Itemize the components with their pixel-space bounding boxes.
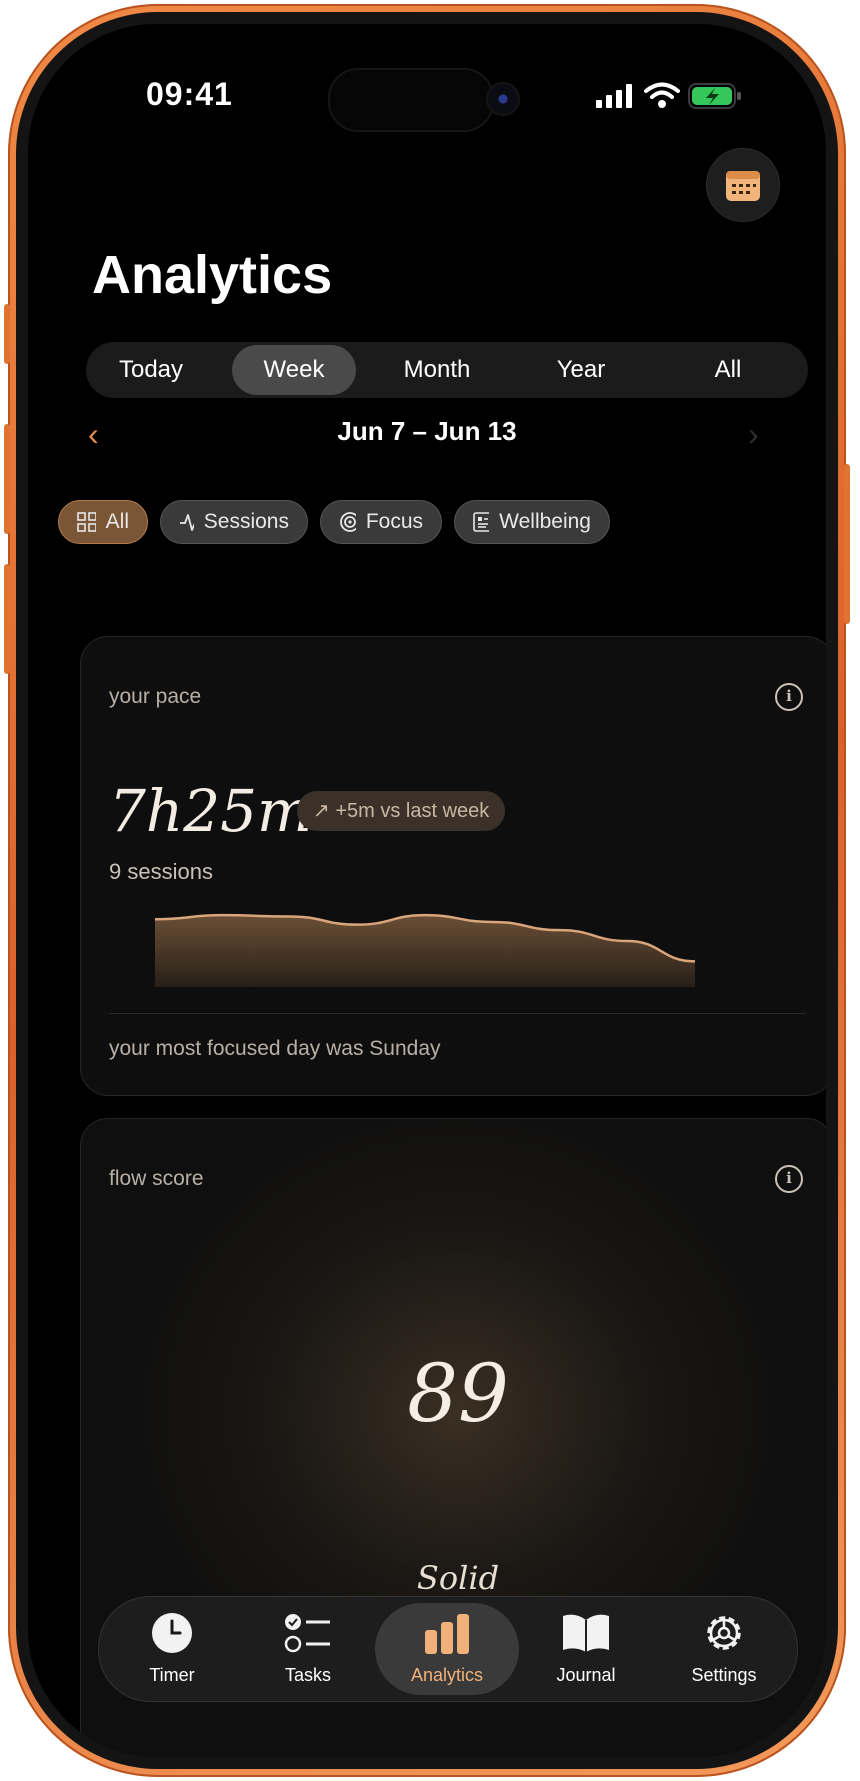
tab-week[interactable]: Week <box>232 345 356 395</box>
filter-sessions[interactable]: Sessions <box>160 500 308 544</box>
bottom-tab-bar: Timer Tasks Analytics Journal Settings <box>98 1596 798 1702</box>
next-period-button[interactable]: › <box>748 416 759 453</box>
tab-tasks-label: Tasks <box>284 1665 331 1685</box>
tab-timer-label: Timer <box>149 1665 195 1685</box>
dynamic-island <box>328 68 494 132</box>
gear-icon <box>707 1616 741 1650</box>
tab-today[interactable]: Today <box>86 342 216 398</box>
tab-analytics-label: Analytics <box>410 1665 484 1685</box>
filter-sessions-label: Sessions <box>203 510 289 533</box>
pace-delta-badge: ↗ +5m vs last week <box>297 791 506 831</box>
clock-icon <box>152 1613 192 1653</box>
filter-focus[interactable]: Focus <box>320 500 442 544</box>
filter-all[interactable]: All <box>58 500 148 544</box>
filter-all-label: All <box>105 510 129 533</box>
tab-month[interactable]: Month <box>362 342 512 398</box>
target-icon <box>340 512 356 532</box>
sparkline-area <box>155 915 695 987</box>
info-icon[interactable]: i <box>775 683 803 711</box>
action-button <box>4 304 10 364</box>
phone-frame: 09:41 Analytics Today Week Month Year Al… <box>4 4 850 1777</box>
info-icon[interactable]: i <box>775 1165 803 1193</box>
battery-icon <box>688 83 741 109</box>
volume-down-button <box>4 564 10 674</box>
pace-sessions: 9 sessions <box>109 859 213 884</box>
flow-score-rating: Solid <box>416 1559 500 1597</box>
filter-wellbeing-label: Wellbeing <box>499 510 591 533</box>
tab-journal[interactable]: Journal <box>521 1597 651 1701</box>
bar-chart-icon <box>425 1614 469 1654</box>
camera-icon <box>486 82 520 116</box>
tab-settings-label: Settings <box>691 1665 757 1685</box>
filter-wellbeing[interactable]: Wellbeing <box>454 500 610 544</box>
signal-icon <box>596 84 632 108</box>
journal-icon <box>473 512 490 532</box>
tab-all[interactable]: All <box>658 342 798 398</box>
page-title: Analytics <box>92 245 333 305</box>
tab-analytics[interactable]: Analytics <box>375 1603 519 1695</box>
power-button <box>844 464 850 624</box>
flow-score-value: 89 <box>407 1347 509 1440</box>
pace-summary: your most focused day was Sunday <box>109 1037 441 1060</box>
filter-focus-label: Focus <box>365 510 423 533</box>
screen: 09:41 Analytics Today Week Month Year Al… <box>28 24 826 1757</box>
checklist-icon <box>284 1614 330 1653</box>
grid-icon <box>77 512 96 532</box>
pace-card-label: your pace <box>109 685 202 708</box>
pace-card: your pace i 7h25m ↗ +5m vs last week 9 s… <box>80 636 826 1096</box>
flow-card-label: flow score <box>109 1167 204 1190</box>
tab-timer[interactable]: Timer <box>107 1597 237 1701</box>
pace-sparkline <box>155 913 696 987</box>
period-segmented-control: Today Week Month Year All <box>86 342 808 398</box>
wifi-icon <box>644 82 680 108</box>
tab-tasks[interactable]: Tasks <box>243 1597 373 1701</box>
pulse-icon <box>180 514 194 531</box>
status-time: 09:41 <box>146 76 233 112</box>
date-range-label: Jun 7 – Jun 13 <box>337 416 517 446</box>
divider <box>109 1013 805 1014</box>
book-icon <box>563 1614 609 1652</box>
tab-year[interactable]: Year <box>516 342 646 398</box>
tab-settings[interactable]: Settings <box>659 1597 789 1701</box>
calendar-icon <box>726 171 760 201</box>
volume-up-button <box>4 424 10 534</box>
pace-total: 7h25m <box>109 777 313 845</box>
tab-journal-label: Journal <box>556 1665 616 1685</box>
calendar-button[interactable] <box>706 148 780 222</box>
